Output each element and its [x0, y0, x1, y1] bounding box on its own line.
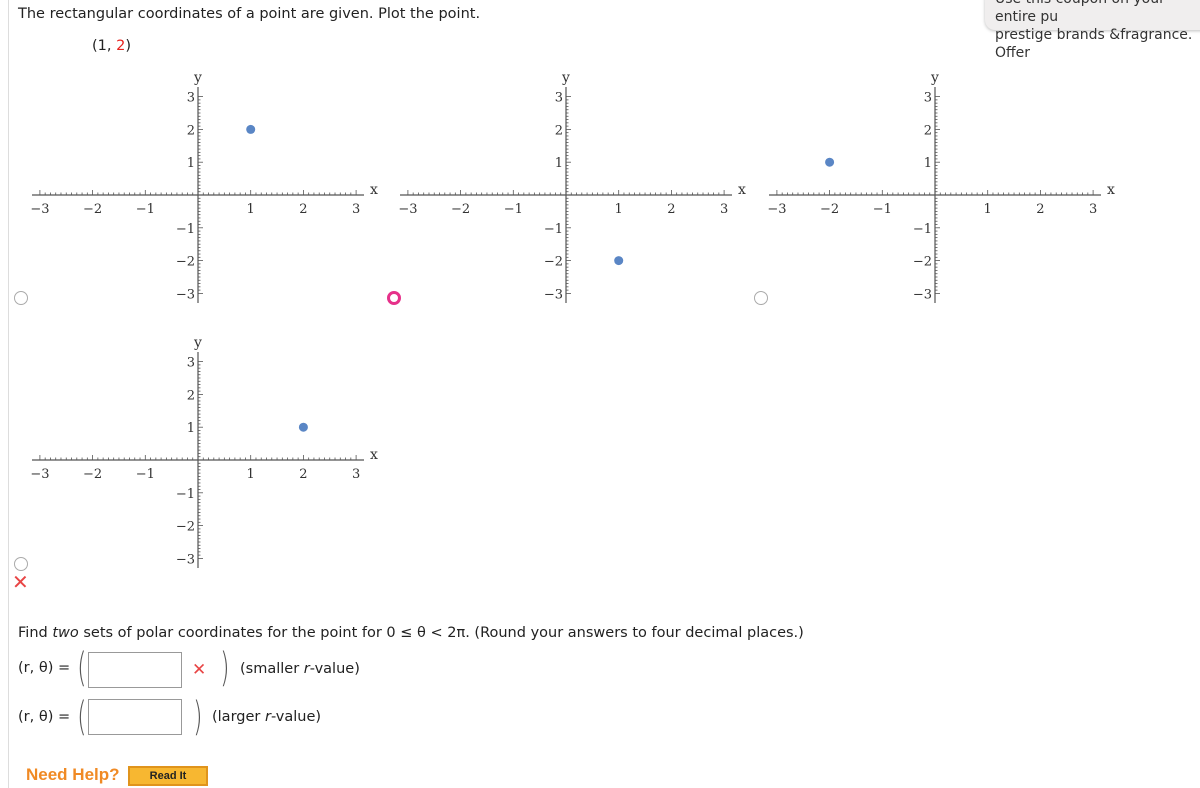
- point-close: ): [125, 38, 132, 54]
- y-tick-label: −1: [176, 487, 195, 502]
- point-y: 2: [116, 38, 126, 54]
- x-tick-label: 1: [984, 202, 992, 217]
- y-axis-label: y: [193, 70, 202, 86]
- need-help-label: Need Help?: [26, 765, 120, 784]
- point-open: (1,: [92, 38, 117, 54]
- y-tick-label: 2: [924, 123, 932, 138]
- y-tick-label: 3: [187, 356, 195, 371]
- row2-open-paren: (: [77, 694, 87, 740]
- x-tick-label: −1: [873, 202, 892, 217]
- x-tick-label: −2: [83, 467, 102, 482]
- x-tick-label: 2: [1036, 202, 1044, 217]
- part2-text: Find: [18, 625, 53, 641]
- y-tick-label: 2: [187, 388, 195, 403]
- part2-text-rest: sets of polar coordinates for the point …: [78, 625, 804, 641]
- row2-note: (larger r-value): [212, 709, 322, 725]
- plot-option-radio-3[interactable]: [754, 291, 768, 305]
- y-tick-label: 3: [555, 91, 563, 106]
- y-tick-label: 1: [187, 156, 195, 171]
- x-tick-label: 3: [352, 202, 360, 217]
- row2-label: (r, θ) =: [18, 709, 71, 725]
- x-tick-label: −3: [398, 202, 417, 217]
- y-tick-label: −1: [544, 222, 563, 237]
- plotted-point: [825, 157, 835, 167]
- coupon-popup[interactable]: Use this coupon on your entire puprestig…: [985, 0, 1200, 61]
- plot-option-radio-1[interactable]: [14, 291, 28, 305]
- y-tick-label: −1: [176, 222, 195, 237]
- y-tick-label: −3: [176, 287, 195, 302]
- row1-open-paren: (: [77, 645, 87, 691]
- answer-input-2[interactable]: [88, 699, 182, 735]
- y-tick-label: −3: [176, 552, 195, 567]
- y-tick-label: 1: [187, 421, 195, 436]
- y-axis-label: y: [193, 335, 202, 351]
- row1-close-paren: ): [220, 645, 230, 691]
- plot-option-radio-2[interactable]: [387, 291, 401, 305]
- y-axis-label: y: [930, 70, 939, 86]
- plotted-point: [246, 124, 256, 134]
- left-border: [8, 0, 9, 788]
- y-tick-label: −2: [544, 255, 563, 270]
- y-tick-label: −3: [544, 287, 563, 302]
- y-tick-label: −3: [913, 287, 932, 302]
- x-axis-label: x: [370, 447, 378, 463]
- row2-close-paren: ): [193, 694, 203, 740]
- row1-label: (r, θ) =: [18, 660, 71, 676]
- x-tick-label: −1: [136, 202, 155, 217]
- plot-option-2[interactable]: −3−3−2−2−1−1112233xy: [398, 70, 746, 303]
- incorrect-x-icon: ✕: [192, 660, 207, 680]
- y-tick-label: −2: [176, 520, 195, 535]
- x-tick-label: −2: [83, 202, 102, 217]
- y-tick-label: −2: [176, 255, 195, 270]
- x-tick-label: −2: [820, 202, 839, 217]
- given-point: (1, 2): [92, 38, 131, 54]
- popup-line1: Use this coupon on your entire pu: [995, 0, 1165, 25]
- x-tick-label: 3: [1089, 202, 1097, 217]
- x-tick-label: 1: [247, 467, 255, 482]
- plot-option-radio-4[interactable]: [14, 557, 28, 571]
- y-tick-label: 2: [555, 123, 563, 138]
- x-tick-label: −3: [30, 467, 49, 482]
- x-tick-label: 1: [247, 202, 255, 217]
- part2-prompt: Find two sets of polar coordinates for t…: [18, 625, 804, 641]
- x-axis-label: x: [738, 182, 746, 198]
- x-tick-label: 1: [615, 202, 623, 217]
- popup-line2: prestige brands &fragrance. Offer: [995, 27, 1193, 61]
- plot-option-4[interactable]: −3−3−2−2−1−1112233xy: [30, 335, 378, 568]
- y-tick-label: −2: [913, 255, 932, 270]
- incorrect-x-icon: ✕: [12, 570, 29, 594]
- row1-note: (smaller r-value): [240, 661, 360, 677]
- y-tick-label: −1: [913, 222, 932, 237]
- x-tick-label: −1: [136, 467, 155, 482]
- x-tick-label: 2: [667, 202, 675, 217]
- answer-input-1[interactable]: [88, 652, 182, 688]
- x-tick-label: −3: [30, 202, 49, 217]
- x-tick-label: −3: [767, 202, 786, 217]
- x-tick-label: 2: [299, 202, 307, 217]
- x-axis-label: x: [1107, 182, 1115, 198]
- y-axis-label: y: [561, 70, 570, 86]
- x-tick-label: −2: [451, 202, 470, 217]
- plot-option-1[interactable]: −3−3−2−2−1−1112233xy: [30, 70, 378, 303]
- y-tick-label: 1: [924, 156, 932, 171]
- x-tick-label: −1: [504, 202, 523, 217]
- read-it-button[interactable]: Read It: [128, 766, 208, 786]
- x-tick-label: 3: [352, 467, 360, 482]
- question-prompt: The rectangular coordinates of a point a…: [18, 6, 481, 22]
- plotted-point: [298, 422, 308, 432]
- y-tick-label: 3: [187, 91, 195, 106]
- x-tick-label: 3: [720, 202, 728, 217]
- plot-option-3[interactable]: −3−3−2−2−1−1112233xy: [767, 70, 1115, 303]
- part2-em: two: [52, 625, 79, 641]
- x-axis-label: x: [370, 182, 378, 198]
- y-tick-label: 1: [555, 156, 563, 171]
- y-tick-label: 3: [924, 91, 932, 106]
- x-tick-label: 2: [299, 467, 307, 482]
- y-tick-label: 2: [187, 123, 195, 138]
- plotted-point: [614, 256, 624, 266]
